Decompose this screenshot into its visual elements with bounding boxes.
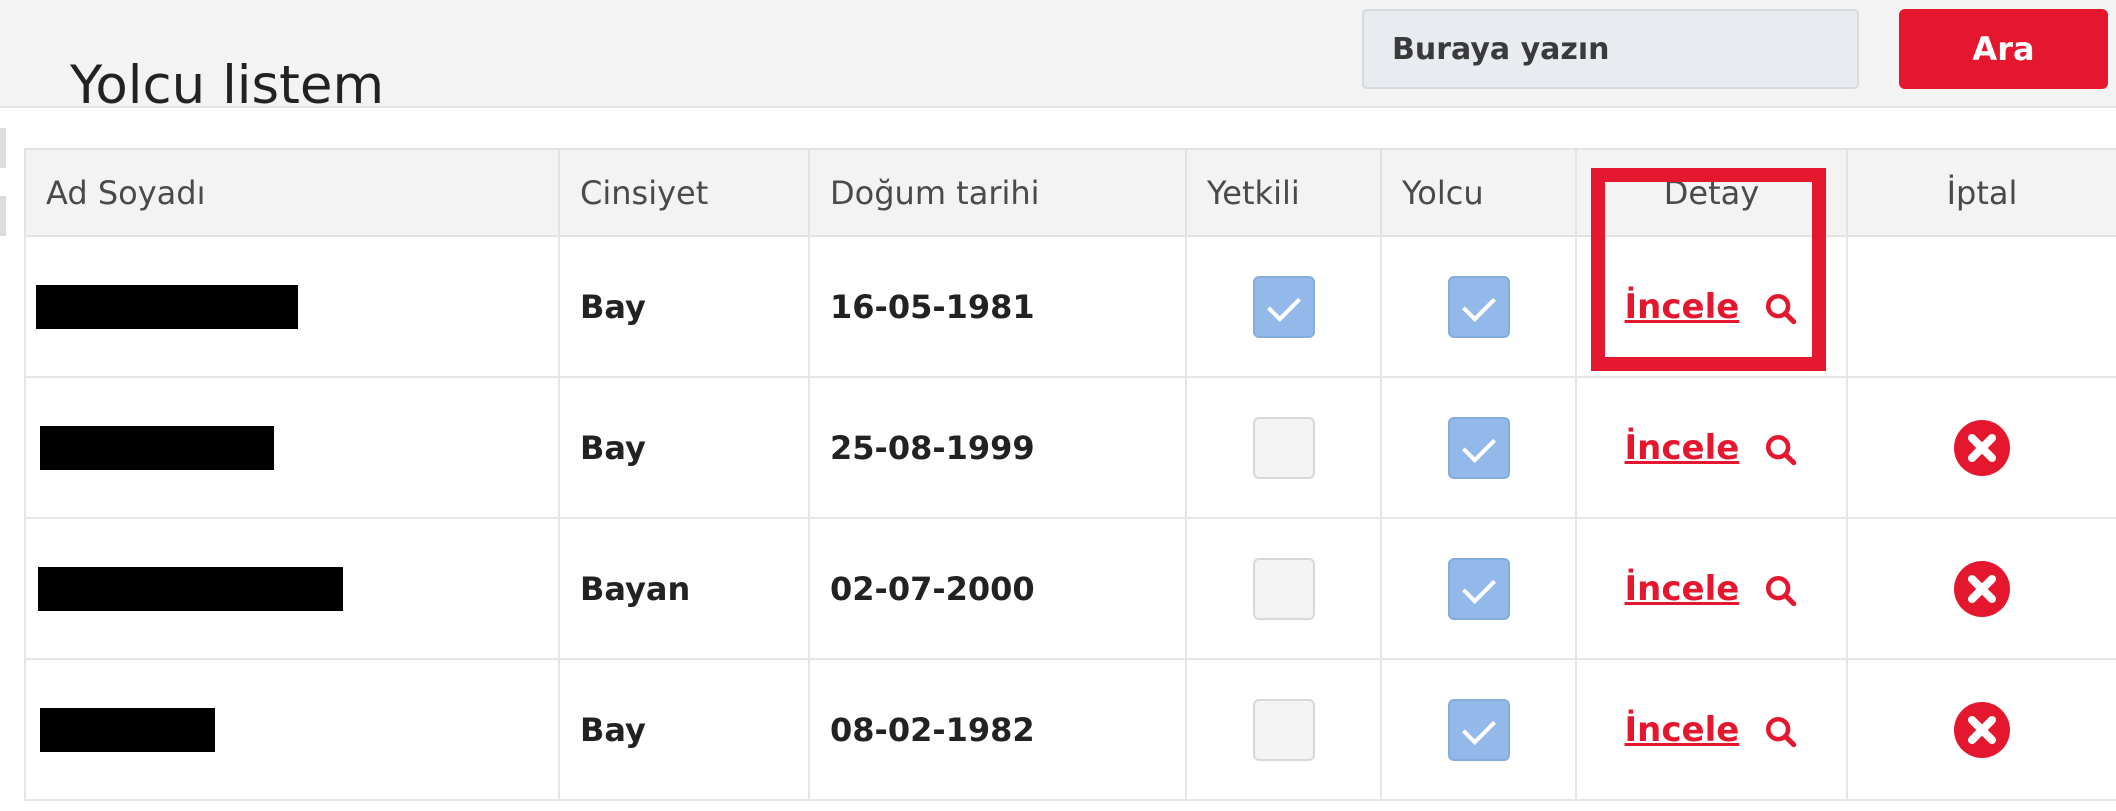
- magnifier-icon[interactable]: [1764, 574, 1798, 608]
- authorized-checkbox[interactable]: [1252, 275, 1315, 338]
- cancel-icon[interactable]: [1953, 419, 2011, 477]
- name-cell: [24, 517, 560, 660]
- cancel-cell: [1846, 376, 2116, 519]
- passenger-table: Ad Soyadı Cinsiyet Doğum tarihi Yetkili …: [24, 148, 2116, 801]
- column-header-birthdate: Doğum tarihi: [808, 148, 1187, 237]
- detail-cell: İncele: [1575, 658, 1848, 801]
- redacted-name: [38, 566, 343, 611]
- name-cell: [24, 235, 560, 378]
- detail-cell: İncele: [1575, 376, 1848, 519]
- authorized-checkbox[interactable]: [1252, 416, 1315, 479]
- name-cell: [24, 658, 560, 801]
- column-header-authorized: Yetkili: [1185, 148, 1382, 237]
- cancel-icon[interactable]: [1953, 560, 2011, 618]
- table-row: Bay 25-08-1999 İncele: [24, 376, 2116, 519]
- page-header: Yolcu listem Ara: [0, 0, 2116, 116]
- gender-cell: Bay: [558, 235, 810, 378]
- gender-cell: Bay: [558, 658, 810, 801]
- authorized-checkbox[interactable]: [1252, 557, 1315, 620]
- table-header-row: Ad Soyadı Cinsiyet Doğum tarihi Yetkili …: [24, 148, 2116, 237]
- passenger-cell: [1380, 235, 1577, 378]
- birthdate-cell: 16-05-1981: [808, 235, 1187, 378]
- detail-link[interactable]: İncele: [1625, 710, 1740, 750]
- search-button[interactable]: Ara: [1899, 9, 2108, 89]
- detail-cell: İncele: [1575, 517, 1848, 660]
- left-edge: [0, 0, 6, 811]
- passenger-cell: [1380, 658, 1577, 801]
- detail-link[interactable]: İncele: [1625, 287, 1740, 327]
- table-row: Bay 08-02-1982 İncele: [24, 658, 2116, 801]
- redacted-name: [36, 284, 298, 329]
- search-input[interactable]: [1362, 9, 1859, 89]
- column-header-name: Ad Soyadı: [24, 148, 560, 237]
- authorized-checkbox[interactable]: [1252, 698, 1315, 761]
- authorized-cell: [1185, 235, 1382, 378]
- cancel-cell: [1846, 658, 2116, 801]
- authorized-cell: [1185, 376, 1382, 519]
- birthdate-cell: 25-08-1999: [808, 376, 1187, 519]
- name-cell: [24, 376, 560, 519]
- detail-link[interactable]: İncele: [1625, 569, 1740, 609]
- column-header-cancel: İptal: [1846, 148, 2116, 237]
- redacted-name: [40, 707, 215, 752]
- authorized-cell: [1185, 517, 1382, 660]
- cancel-icon[interactable]: [1953, 701, 2011, 759]
- passenger-checkbox[interactable]: [1447, 557, 1510, 620]
- column-header-gender: Cinsiyet: [558, 148, 810, 237]
- magnifier-icon[interactable]: [1764, 715, 1798, 749]
- passenger-checkbox[interactable]: [1447, 416, 1510, 479]
- birthdate-cell: 02-07-2000: [808, 517, 1187, 660]
- detail-cell: İncele: [1575, 235, 1848, 378]
- passenger-checkbox[interactable]: [1447, 698, 1510, 761]
- column-header-detail: Detay: [1575, 148, 1848, 237]
- gender-cell: Bayan: [558, 517, 810, 660]
- column-header-passenger: Yolcu: [1380, 148, 1577, 237]
- cancel-cell: [1846, 235, 2116, 378]
- authorized-cell: [1185, 658, 1382, 801]
- gender-cell: Bay: [558, 376, 810, 519]
- redacted-name: [40, 425, 274, 470]
- passenger-checkbox[interactable]: [1447, 275, 1510, 338]
- page-title: Yolcu listem: [70, 54, 385, 116]
- detail-link[interactable]: İncele: [1625, 428, 1740, 468]
- birthdate-cell: 08-02-1982: [808, 658, 1187, 801]
- magnifier-icon[interactable]: [1764, 433, 1798, 467]
- cancel-cell: [1846, 517, 2116, 660]
- magnifier-icon[interactable]: [1764, 292, 1798, 326]
- table-row: Bayan 02-07-2000 İncele: [24, 517, 2116, 660]
- passenger-cell: [1380, 376, 1577, 519]
- passenger-cell: [1380, 517, 1577, 660]
- table-row: Bay 16-05-1981 İncele: [24, 235, 2116, 378]
